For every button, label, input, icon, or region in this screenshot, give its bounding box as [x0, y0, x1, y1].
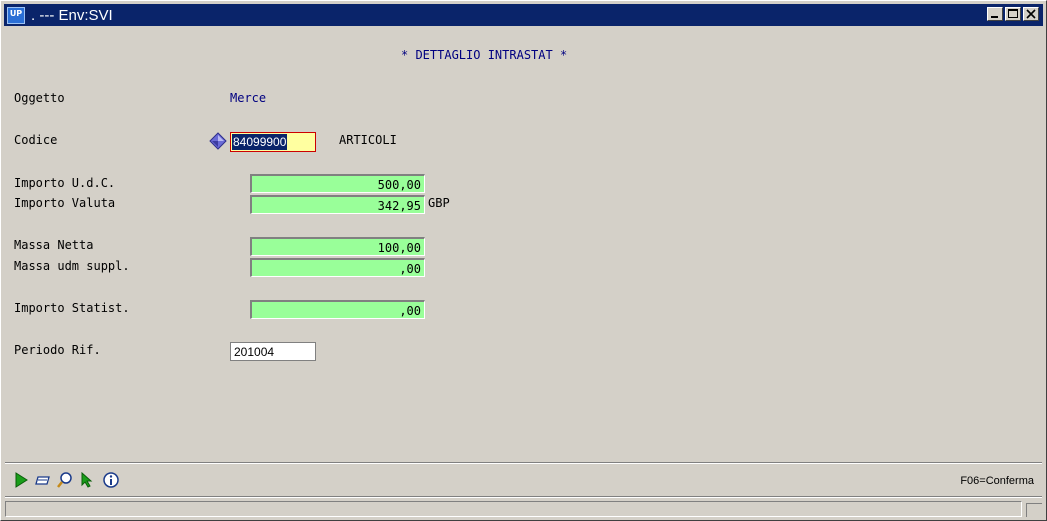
importo-statist-field[interactable]: ,00 [250, 300, 425, 319]
codice-description: ARTICOLI [339, 133, 397, 147]
status-bar [5, 501, 1022, 517]
maximize-button[interactable] [1005, 7, 1021, 21]
importo-valuta-field[interactable]: 342,95 [250, 195, 425, 214]
lookup-diamond-icon[interactable] [209, 132, 227, 150]
maximize-icon [1008, 9, 1018, 18]
massa-netta-field[interactable]: 100,00 [250, 237, 425, 256]
codice-input[interactable]: 84099900 [230, 132, 316, 152]
massa-udm-label: Massa udm suppl. [14, 259, 130, 273]
title-bar[interactable]: UP . --- Env:SVI [4, 4, 1043, 26]
importo-udc-field[interactable]: 500,00 [250, 174, 425, 193]
close-icon [1026, 9, 1036, 19]
info-icon[interactable] [102, 471, 120, 489]
currency-label: GBP [428, 196, 450, 210]
play-icon[interactable] [12, 471, 30, 489]
oggetto-value: Merce [230, 91, 267, 105]
importo-statist-label: Importo Statist. [14, 301, 130, 315]
page-title: * DETTAGLIO INTRASTAT * [401, 48, 568, 62]
window-controls [985, 7, 1039, 21]
periodo-field[interactable]: 201004 [230, 342, 316, 361]
oggetto-label: Oggetto [14, 91, 65, 105]
eraser-icon[interactable] [34, 471, 52, 489]
cursor-icon[interactable] [79, 471, 97, 489]
codice-selected-text: 84099900 [232, 134, 288, 150]
main-window: UP . --- Env:SVI * DETTAGLIO INTRASTAT *… [0, 0, 1047, 521]
window-title: . --- Env:SVI [31, 6, 113, 24]
importo-valuta-label: Importo Valuta [14, 196, 116, 210]
resize-grip[interactable] [1026, 503, 1042, 517]
app-icon[interactable]: UP [7, 6, 25, 24]
magnifier-icon[interactable] [56, 471, 74, 489]
minimize-button[interactable] [987, 7, 1003, 21]
codice-label: Codice [14, 133, 58, 147]
periodo-label: Periodo Rif. [14, 343, 101, 357]
shortcut-hint: F06=Conferma [960, 475, 1034, 487]
importo-udc-label: Importo U.d.C. [14, 176, 116, 190]
massa-netta-label: Massa Netta [14, 238, 94, 252]
minimize-icon [991, 16, 998, 18]
close-button[interactable] [1023, 7, 1039, 21]
massa-udm-field[interactable]: ,00 [250, 258, 425, 277]
toolbar-separator [5, 462, 1042, 464]
statusbar-separator [5, 496, 1042, 498]
